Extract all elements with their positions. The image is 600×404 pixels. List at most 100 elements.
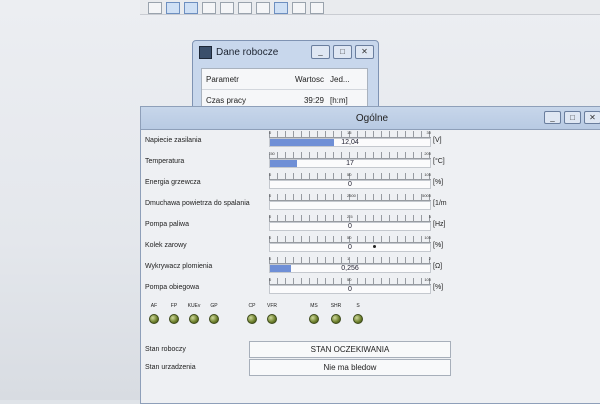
minimize-button[interactable]: _	[311, 45, 330, 59]
gauge-ticks	[269, 257, 431, 264]
dane-robocze-titlebar[interactable]: Dane robocze _ □ ✕	[193, 41, 378, 63]
tick-label-min: 0	[269, 193, 272, 198]
maximize-button[interactable]: □	[333, 45, 352, 59]
toolbar-icon[interactable]	[292, 2, 306, 14]
gauge-bar	[269, 201, 431, 210]
gauge-scale: -50 200 17	[269, 151, 431, 172]
tick-label-max: 5000	[422, 193, 431, 198]
status-stan-roboczy: Stan roboczy STAN OCZEKIWANIA	[141, 341, 600, 361]
gauge-bar: 0	[269, 243, 431, 252]
tick-label-mid: 2.5	[347, 214, 353, 219]
status-label: Stan urzadzenia	[145, 364, 196, 371]
gauge-bar: 0	[269, 222, 431, 231]
gauge-value: 0,256	[341, 265, 359, 272]
led-light-icon	[149, 314, 159, 324]
gauge-bar: 0	[269, 285, 431, 294]
tick-label-max: 2	[428, 256, 431, 261]
column-header[interactable]: Jed...	[330, 75, 360, 84]
column-header[interactable]: Wartosc	[280, 75, 330, 84]
tick-label-max: 100	[424, 235, 431, 240]
tick-label-min: 0	[269, 214, 272, 219]
gauge-label: Pompa obiegowa	[145, 284, 200, 291]
led-light-icon	[169, 314, 179, 324]
tick-label-max: 200	[424, 151, 431, 156]
toolbar-icon[interactable]	[202, 2, 216, 14]
indicator-led: CP	[241, 303, 263, 324]
indicator-led: GP	[203, 303, 225, 324]
led-label: AF	[150, 303, 158, 309]
gauge-value: 0	[348, 244, 352, 251]
tick-label-max: 5	[428, 214, 431, 219]
gauge-label: Energia grzewcza	[145, 179, 201, 186]
indicator-led: FP	[163, 303, 185, 324]
tick-label-max: 30	[426, 130, 431, 135]
toolbar-icon[interactable]	[148, 2, 162, 14]
led-light-icon	[353, 314, 363, 324]
gauge-scale: 0 2500 5000	[269, 193, 431, 214]
gauge-scale: 0 50 100 0	[269, 172, 431, 193]
tick-label-min: 0	[269, 235, 272, 240]
tick-label-min: 0	[269, 172, 272, 177]
indicator-led: MS	[303, 303, 325, 324]
gauge-label: Wykrywacz plomienia	[145, 263, 213, 270]
gauge-value: 12,04	[341, 139, 359, 146]
led-label: S	[356, 303, 360, 309]
gauge-row: Energia grzewcza 0 50 100 0 [%]	[141, 172, 600, 193]
led-light-icon	[309, 314, 319, 324]
led-label: SHR	[330, 303, 342, 309]
gauge-scale: 0 50 100 0	[269, 277, 431, 298]
gauge-label: Kolek zarowy	[145, 242, 187, 249]
app-icon	[199, 45, 212, 59]
toolbar-icon[interactable]	[166, 2, 180, 14]
gauge-unit: [%]	[433, 179, 444, 186]
tick-label-min: 0	[269, 130, 272, 135]
cell-value: 39:29	[303, 95, 324, 105]
led-light-icon	[247, 314, 257, 324]
gauge-row: Pompa paliwa 0 2.5 5 0 [Hz]	[141, 214, 600, 235]
gauge-bar: 0,256	[269, 264, 431, 273]
tick-label-mid: 15	[347, 130, 352, 135]
tick-label-mid: 50	[347, 277, 352, 282]
tick-label-max: 100	[424, 172, 431, 177]
gauge-row: Dmuchawa powietrza do spalania 0 2500 5000[…	[141, 193, 600, 214]
ogolne-titlebar[interactable]: Ogólne _ □ ✕	[141, 107, 600, 130]
gauge-label: Napiecie zasilania	[145, 137, 202, 144]
gauge-scale: 0 15 30 12,04	[269, 130, 431, 151]
close-button[interactable]: ✕	[584, 111, 600, 124]
gauge-row: Kolek zarowy 0 50 100 0 [%]	[141, 235, 600, 256]
cell-parameter: Czas pracy	[206, 95, 247, 105]
toolbar-icon[interactable]	[238, 2, 252, 14]
close-button[interactable]: ✕	[355, 45, 374, 59]
table-header: Parametr Wartosc Jed...	[202, 69, 367, 90]
gauge-value: 0	[348, 223, 352, 230]
indicator-led: S	[347, 303, 369, 324]
gauge-value: 17	[346, 160, 354, 167]
tick-label-max: 100	[424, 277, 431, 282]
toolbar-icon[interactable]	[256, 2, 270, 14]
gauge-scale: 0 2.5 5 0	[269, 214, 431, 235]
tick-label-min: -50	[269, 151, 275, 156]
gauge-row: Napiecie zasilania 0 15 30 12,04 [V]	[141, 130, 600, 151]
column-header[interactable]: Parametr	[206, 75, 280, 84]
gauge-unit: [V]	[433, 137, 442, 144]
led-label: CP	[248, 303, 256, 309]
toolbar-icon[interactable]	[184, 2, 198, 14]
indicator-led: KUEv	[183, 303, 205, 324]
ogolne-window: Ogólne _ □ ✕ Napiecie zasilania 0 15 30 12,0…	[140, 106, 600, 404]
minimize-button[interactable]: _	[544, 111, 561, 124]
toolbar-icon[interactable]	[274, 2, 288, 14]
gauge-bar: 12,04	[269, 138, 431, 147]
led-light-icon	[189, 314, 199, 324]
indicator-leds: AF FP KUEv GP CP VFR MS SHR S	[141, 303, 600, 329]
gauge-value: 0	[348, 286, 352, 293]
gauge-marker	[373, 245, 376, 248]
led-label: VFR	[267, 303, 277, 309]
tick-label-min: 0	[269, 277, 272, 282]
cell-unit: [h:m]	[330, 95, 348, 105]
led-light-icon	[331, 314, 341, 324]
gauge-row: Temperatura -50 200 17 [°C]	[141, 151, 600, 172]
gauge-unit: [%]	[433, 242, 444, 249]
toolbar-icon[interactable]	[220, 2, 234, 14]
maximize-button[interactable]: □	[564, 111, 581, 124]
toolbar-icon[interactable]	[310, 2, 324, 14]
